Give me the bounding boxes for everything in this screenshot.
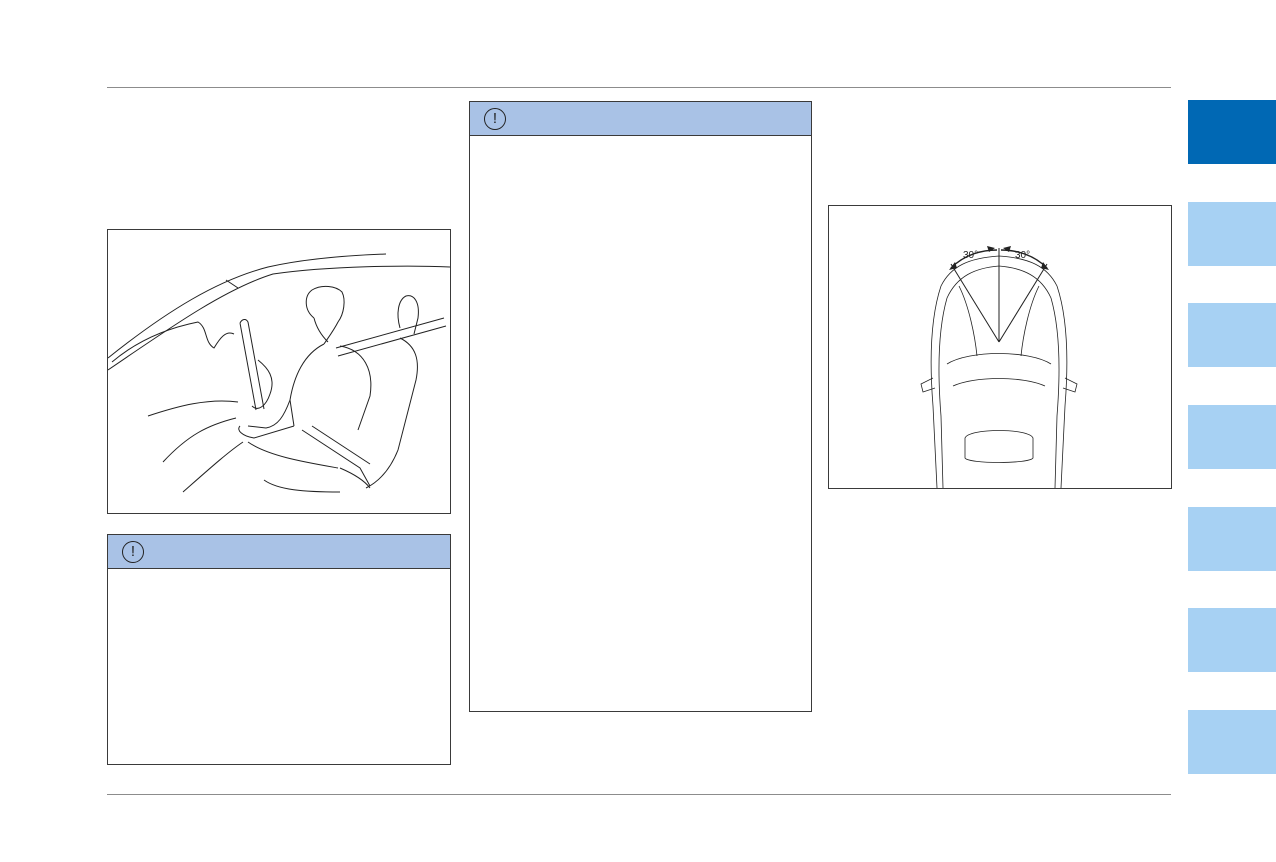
caution-icon: !: [122, 540, 144, 563]
caution-header: !: [470, 102, 811, 136]
chapter-tab-7[interactable]: [1188, 710, 1276, 774]
chapter-tab-4[interactable]: [1188, 405, 1276, 469]
driver-seating-illustration: [107, 253, 451, 493]
chapter-tab-5[interactable]: [1188, 507, 1276, 571]
caution-icon: !: [484, 107, 506, 130]
chapter-tab-6[interactable]: [1188, 608, 1276, 672]
headrest-angle-figure: 30° 30°: [828, 205, 1172, 489]
caution-header: !: [108, 535, 450, 569]
car-top-view-illustration: 30° 30°: [920, 246, 1078, 489]
caution-body: [470, 136, 811, 152]
bottom-rule: [107, 794, 1171, 795]
chapter-tab-2[interactable]: [1188, 202, 1276, 266]
driver-seating-figure: [107, 229, 451, 514]
angle-label-right: 30°: [1015, 250, 1030, 261]
chapter-tab-3[interactable]: [1188, 303, 1276, 367]
top-rule: [107, 87, 1171, 88]
caution-box-center: !: [469, 101, 812, 712]
caution-box-left: !: [107, 534, 451, 765]
angle-label-left: 30°: [963, 250, 978, 261]
chapter-tab-1[interactable]: [1188, 100, 1276, 164]
caution-body: [108, 569, 450, 585]
